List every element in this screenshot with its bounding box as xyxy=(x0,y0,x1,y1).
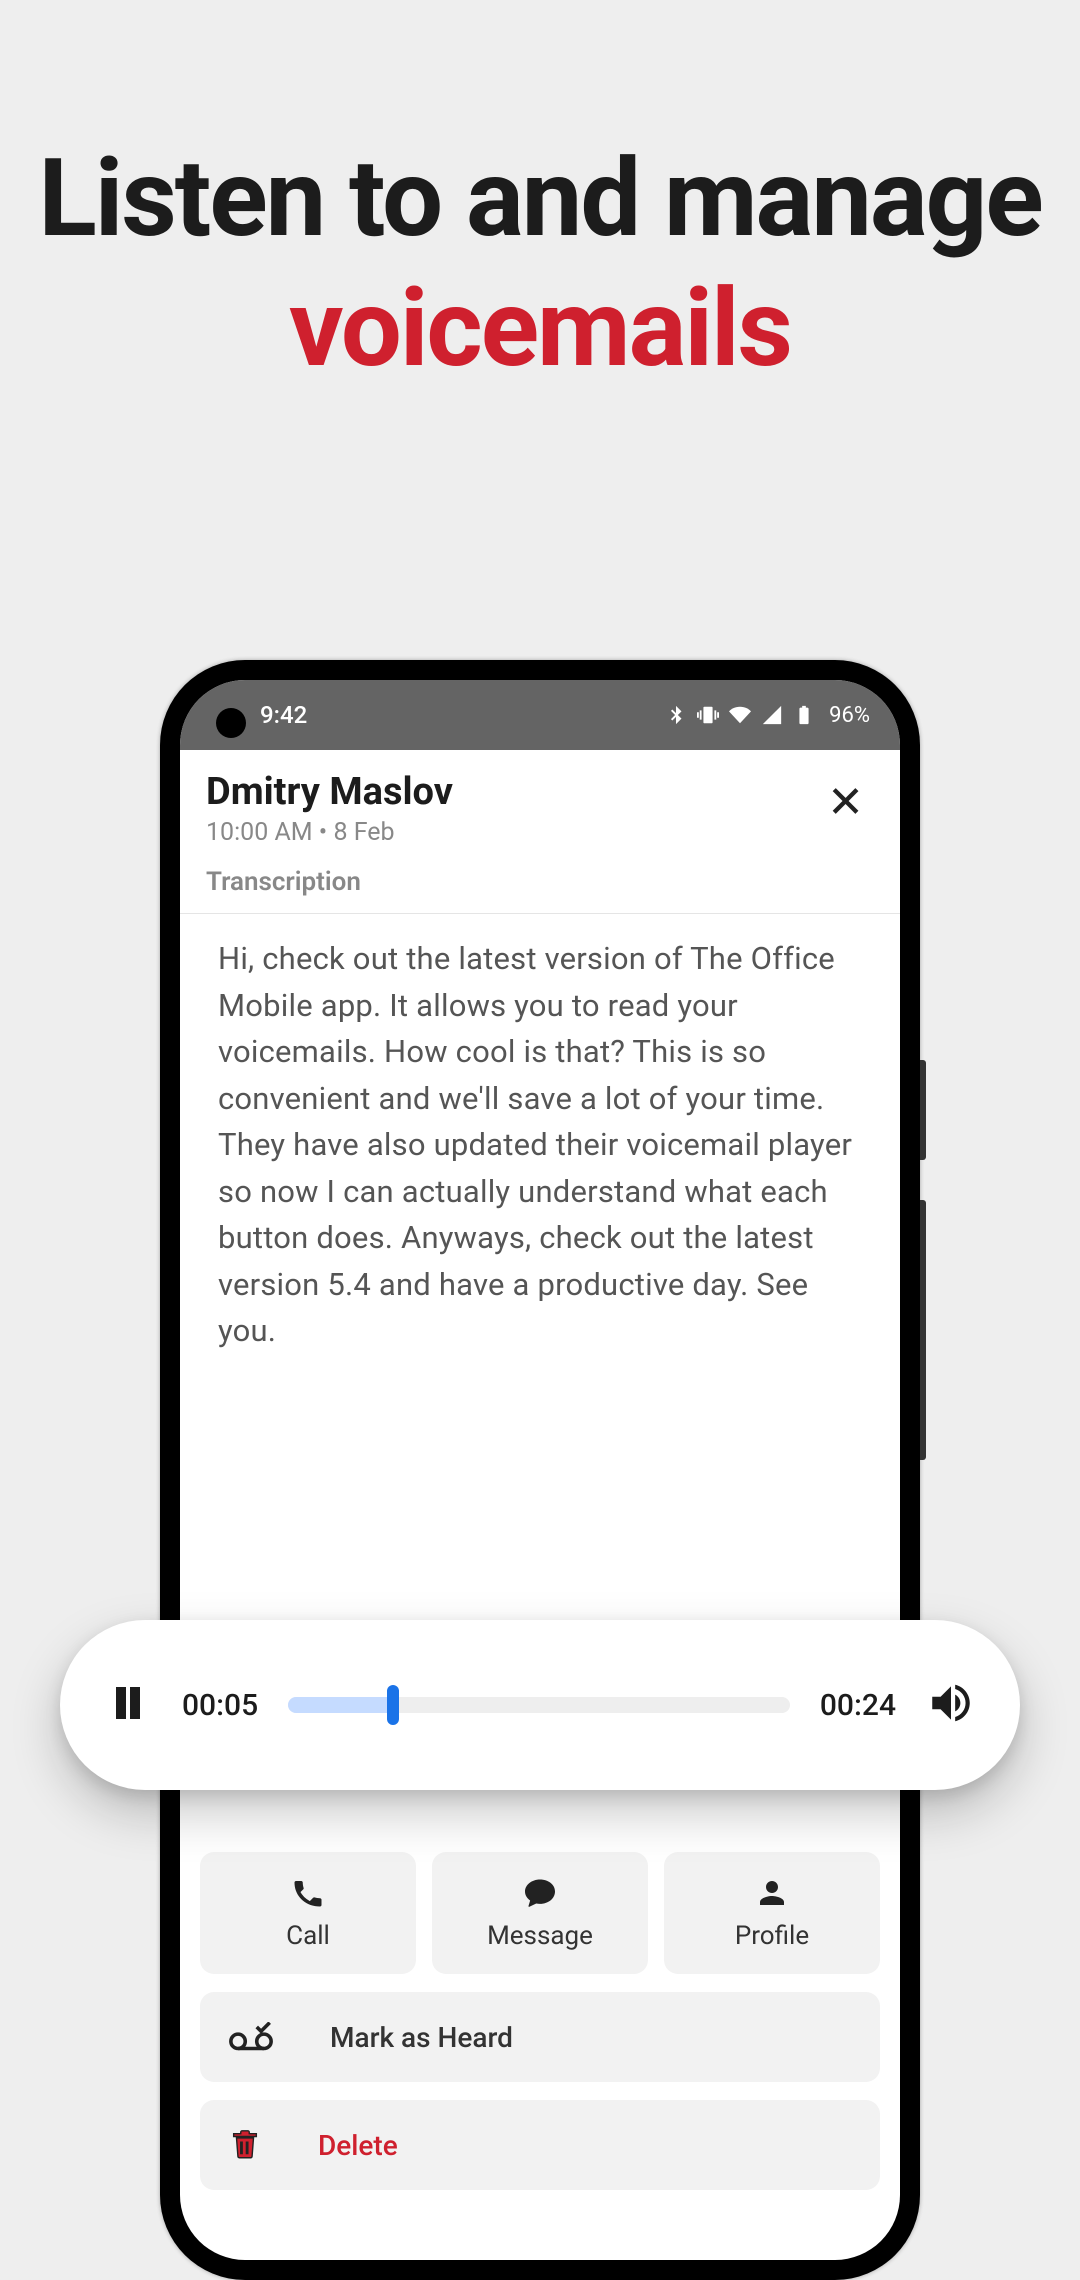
mark-heard-button[interactable]: Mark as Heard xyxy=(200,1992,880,2082)
voicemail-detail: Dmitry Maslov 10:00 AM • 8 Feb ✕ Transcr… xyxy=(180,750,900,1355)
battery-icon xyxy=(793,704,815,726)
status-battery-pct: 96% xyxy=(829,703,870,728)
pause-button[interactable] xyxy=(104,1679,152,1731)
audio-player: 00:05 00:24 xyxy=(60,1620,1020,1790)
phone-camera-hole xyxy=(216,708,246,738)
voicemail-time: 10:00 AM xyxy=(206,818,313,847)
message-icon xyxy=(522,1875,558,1911)
message-label: Message xyxy=(487,1921,593,1951)
seek-thumb[interactable] xyxy=(387,1685,399,1725)
seek-fill xyxy=(288,1697,393,1713)
phone-icon xyxy=(290,1875,326,1911)
status-bar: 9:42 96% xyxy=(180,680,900,750)
voicemail-actions: Call Message Profile Mark as Heard Delet… xyxy=(200,1852,880,2190)
voicemail-icon xyxy=(228,2022,274,2052)
action-row-top: Call Message Profile xyxy=(200,1852,880,1974)
signal-icon xyxy=(761,704,783,726)
call-button[interactable]: Call xyxy=(200,1852,416,1974)
phone-power-button xyxy=(920,1060,926,1160)
transcription-text: Hi, check out the latest version of The … xyxy=(200,914,880,1355)
trash-icon xyxy=(228,2126,262,2164)
status-icons: 96% xyxy=(665,703,870,728)
elapsed-time: 00:05 xyxy=(182,1688,258,1723)
message-button[interactable]: Message xyxy=(432,1852,648,1974)
speaker-button[interactable] xyxy=(926,1678,976,1732)
close-button[interactable]: ✕ xyxy=(817,770,874,834)
mark-heard-label: Mark as Heard xyxy=(330,2021,513,2054)
profile-label: Profile xyxy=(735,1921,809,1951)
headline-line2: voicemails xyxy=(0,265,1080,395)
duration-time: 00:24 xyxy=(820,1688,896,1723)
wifi-icon xyxy=(729,704,751,726)
page-headline: Listen to and manage voicemails xyxy=(0,135,1080,394)
voicemail-header: Dmitry Maslov 10:00 AM • 8 Feb ✕ xyxy=(200,770,880,847)
call-label: Call xyxy=(286,1921,330,1951)
phone-frame: 9:42 96% Dmitry Maslov 10:00 AM • 8 Feb … xyxy=(160,660,920,2280)
status-time: 9:42 xyxy=(260,701,307,729)
headline-line1: Listen to and manage xyxy=(0,135,1080,265)
profile-button[interactable]: Profile xyxy=(664,1852,880,1974)
transcription-label: Transcription xyxy=(180,867,900,914)
speaker-icon xyxy=(926,1678,976,1728)
caller-name: Dmitry Maslov xyxy=(206,770,453,814)
vibrate-icon xyxy=(697,704,719,726)
profile-icon xyxy=(754,1875,790,1911)
pause-icon xyxy=(104,1679,152,1727)
phone-volume-button xyxy=(920,1200,926,1460)
voicemail-date: 8 Feb xyxy=(333,818,394,847)
caller-block: Dmitry Maslov 10:00 AM • 8 Feb xyxy=(206,770,453,847)
phone-screen: 9:42 96% Dmitry Maslov 10:00 AM • 8 Feb … xyxy=(180,680,900,2260)
bluetooth-icon xyxy=(665,704,687,726)
caller-meta: 10:00 AM • 8 Feb xyxy=(206,818,453,847)
delete-label: Delete xyxy=(318,2129,398,2162)
delete-button[interactable]: Delete xyxy=(200,2100,880,2190)
seek-track[interactable] xyxy=(288,1697,790,1713)
